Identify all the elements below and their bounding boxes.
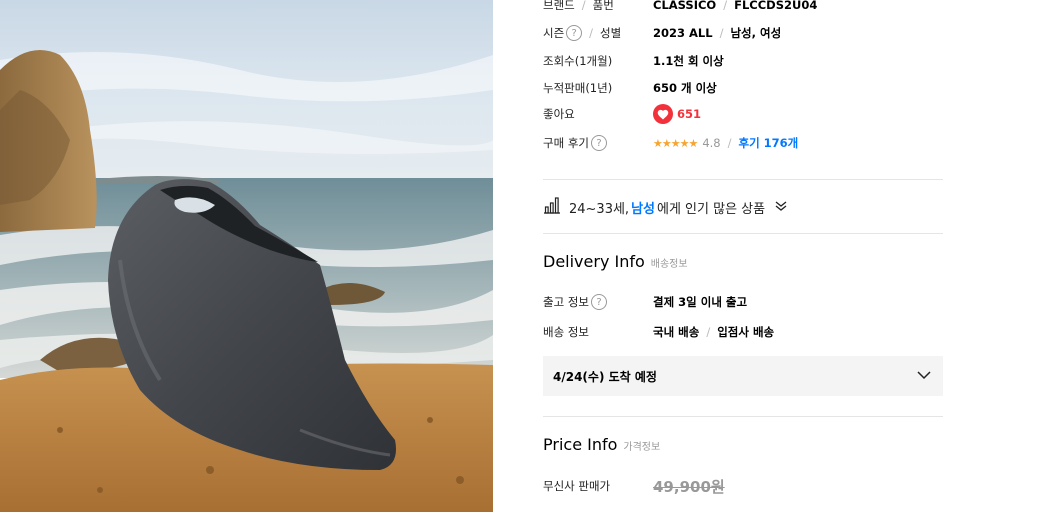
brand-link[interactable]: CLASSICO <box>653 0 716 12</box>
reviews-value-group: ★★★★★ 4.8 / 후기 176개 <box>653 135 798 151</box>
season-label: 시즌 <box>543 26 565 40</box>
star-rating-icon: ★★★★★ <box>653 136 698 150</box>
sales-label: 누적판매(1년) <box>543 81 613 95</box>
method-value-group: 국내 배송 / 입점사 배송 <box>653 324 774 340</box>
musinsa-price-label: 무신사 판매가 <box>543 479 611 493</box>
price-title: Price Info <box>543 435 618 454</box>
price-subtitle: 가격정보 <box>623 442 661 453</box>
likes-count: 651 <box>677 107 702 121</box>
like-button[interactable]: 651 <box>653 104 701 124</box>
likes-label: 좋아요 <box>543 107 575 121</box>
shipping-label: 출고 정보 <box>543 295 589 309</box>
separator: / <box>723 0 728 12</box>
bar-chart-icon <box>543 196 561 218</box>
age-range: 24~33세, <box>569 201 630 217</box>
popular-gender: 남성 <box>631 201 655 217</box>
separator: / <box>706 325 711 339</box>
product-image <box>0 0 493 512</box>
popular-demographic[interactable]: 24~33세, 남성 에게 인기 많은 상품 <box>543 196 787 218</box>
brand-label: 브랜드 <box>543 0 575 12</box>
method-label: 배송 정보 <box>543 325 589 339</box>
rating-value: 4.8 <box>702 136 721 150</box>
style-label: 품번 <box>592 0 614 12</box>
separator: / <box>589 26 594 40</box>
help-circle-icon[interactable]: ? <box>566 25 583 41</box>
original-price: 49,900원 <box>653 476 725 497</box>
divider <box>543 416 943 417</box>
reviews-label-group: 구매 후기 ? <box>543 135 607 151</box>
divider <box>543 233 943 234</box>
price-section-title: Price Info 가격정보 <box>543 435 660 454</box>
reviews-label: 구매 후기 <box>543 136 589 150</box>
separator: / <box>719 26 724 40</box>
reviews-link[interactable]: 후기 176개 <box>738 135 798 151</box>
chevron-down-icon[interactable] <box>917 369 931 383</box>
arrival-dropdown[interactable]: 4/24(수) 도착 예정 <box>543 356 943 396</box>
arrival-text: 4/24(수) 도착 예정 <box>553 369 657 384</box>
heart-icon[interactable] <box>653 104 673 124</box>
popular-text: 에게 인기 많은 상품 <box>657 201 766 217</box>
season-value: 2023 ALL <box>653 26 713 40</box>
delivery-title: Delivery Info <box>543 252 645 271</box>
chevron-down-icon[interactable] <box>775 200 787 215</box>
views-label: 조회수(1개월) <box>543 54 613 68</box>
season-value-group: 2023 ALL / 남성, 여성 <box>653 25 781 41</box>
separator: / <box>581 0 586 12</box>
divider <box>543 179 943 180</box>
gender-value: 남성, 여성 <box>730 26 782 40</box>
help-circle-icon[interactable]: ? <box>590 135 607 151</box>
original-price-value: 49,900원 <box>653 477 725 496</box>
season-label-group: 시즌 ? / 성별 <box>543 25 621 41</box>
method-vendor: 입점사 배송 <box>717 325 775 339</box>
views-value: 1.1천 회 이상 <box>653 54 724 68</box>
method-domestic: 국내 배송 <box>653 325 700 339</box>
shipping-value: 결제 3일 이내 출고 <box>653 295 748 309</box>
column-gap <box>493 0 505 512</box>
brand-value-group: CLASSICO / FLCCDS2U04 <box>653 0 817 12</box>
brand-label-group: 브랜드 / 품번 <box>543 0 614 13</box>
gender-label: 성별 <box>600 26 622 40</box>
help-circle-icon[interactable]: ? <box>590 294 607 310</box>
delivery-subtitle: 배송정보 <box>650 259 688 270</box>
shipping-label-group: 출고 정보 ? <box>543 294 607 310</box>
separator: / <box>727 136 732 150</box>
delivery-section-title: Delivery Info 배송정보 <box>543 252 688 271</box>
sales-value: 650 개 이상 <box>653 81 717 95</box>
style-number: FLCCDS2U04 <box>734 0 818 12</box>
